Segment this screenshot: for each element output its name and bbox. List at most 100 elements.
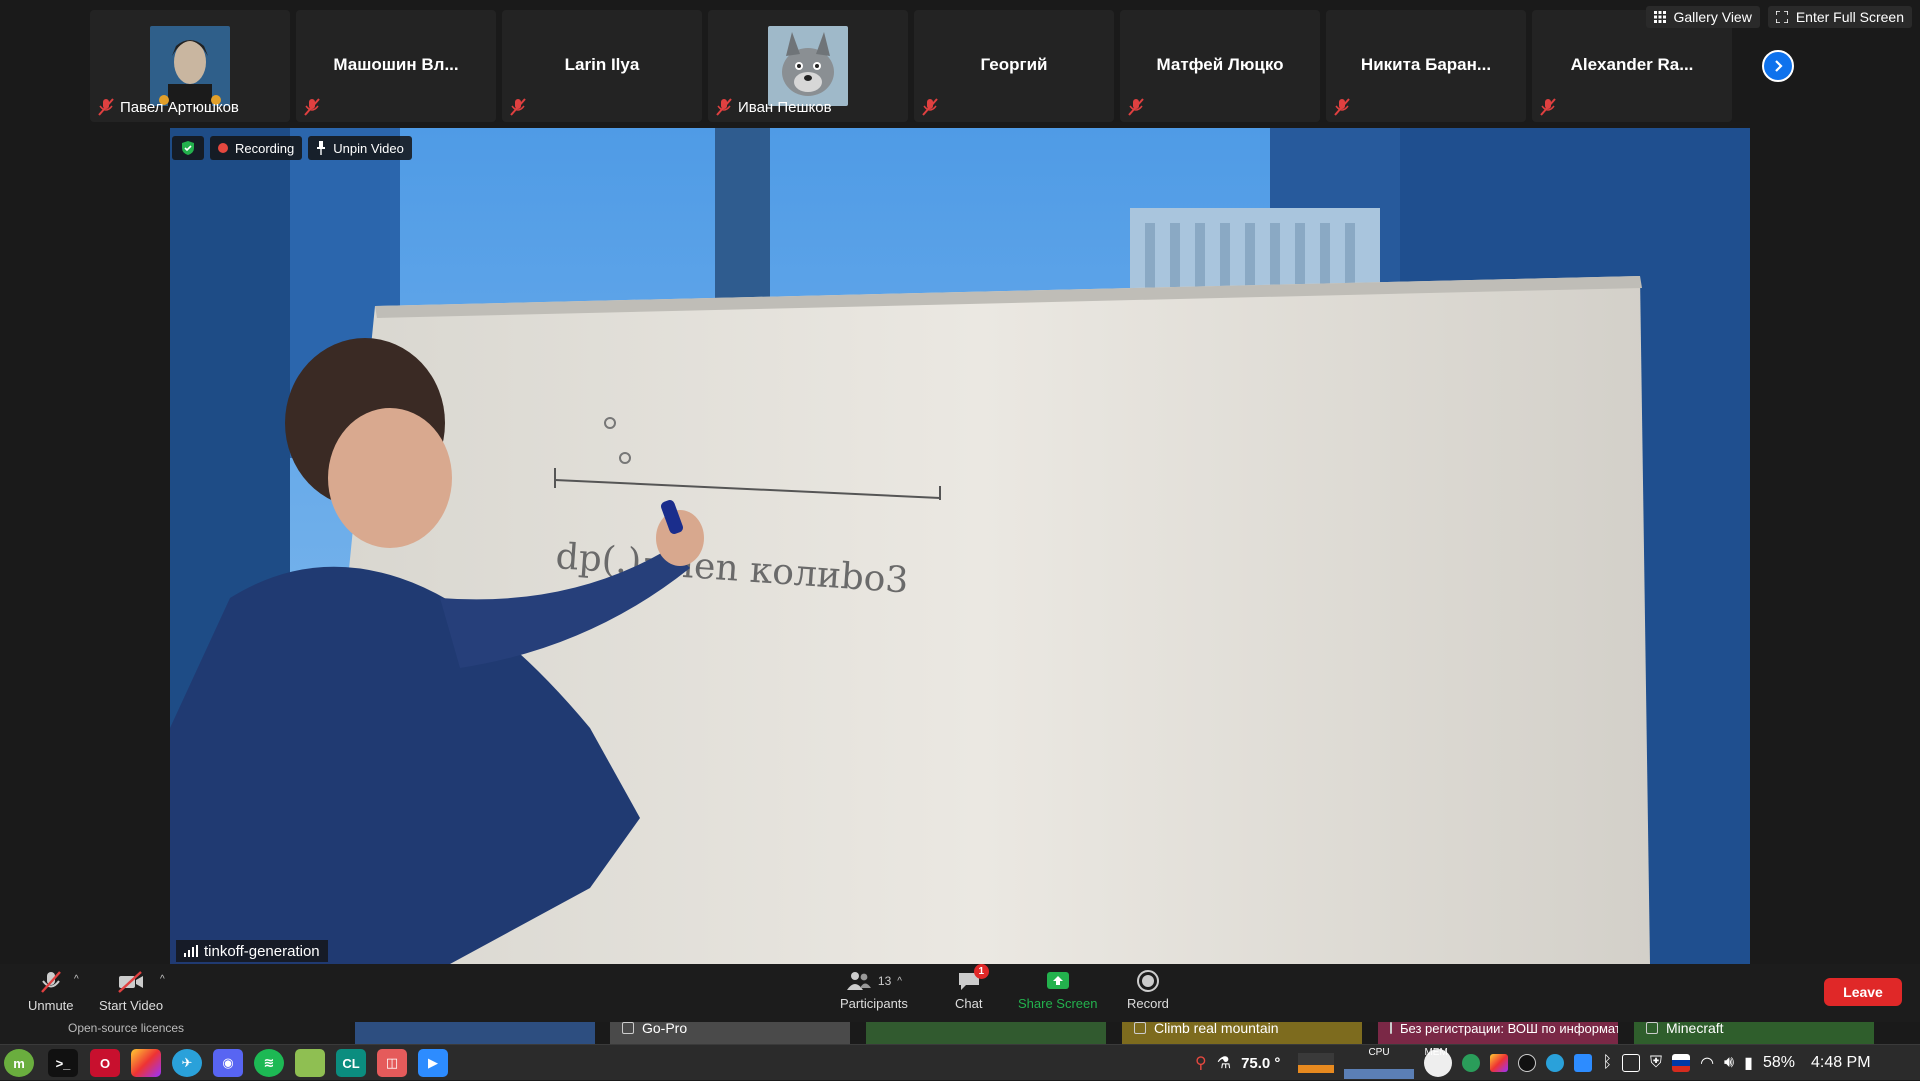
checkbox-icon	[1390, 1022, 1392, 1034]
participant-tile[interactable]: Георгий	[914, 10, 1114, 122]
files-icon[interactable]	[295, 1049, 325, 1077]
participant-tile[interactable]: Павел Артюшков	[90, 10, 290, 122]
mem-graph: MEM	[1424, 1047, 1453, 1077]
full-screen-button[interactable]: Enter Full Screen	[1767, 6, 1912, 28]
telegram-tray-icon[interactable]	[1546, 1054, 1565, 1072]
record-label: Record	[1127, 996, 1169, 1011]
participant-name: Матфей Люцко	[1156, 55, 1284, 74]
recording-indicator[interactable]: Recording	[210, 136, 303, 160]
video-frame: dp(.)= len колиbo3	[170, 128, 1750, 964]
participants-button[interactable]: 13 ^ Participants	[840, 970, 908, 1011]
grid-icon	[1653, 11, 1666, 23]
wifi-icon[interactable]: ◠	[1700, 1053, 1714, 1073]
record-icon	[1136, 970, 1159, 992]
participant-name: Иван Пешков	[738, 99, 832, 116]
full-screen-label: Enter Full Screen	[1795, 9, 1904, 25]
meeting-toolbar: Unmute ^ Start Video ^ 13 ^ Participants…	[0, 964, 1920, 1022]
checkbox-icon	[1134, 1022, 1146, 1034]
participant-avatar	[768, 26, 848, 106]
video-options-caret-icon[interactable]: ^	[160, 974, 165, 985]
chat-badge: 1	[973, 964, 989, 979]
unmute-button[interactable]: Unmute	[28, 970, 74, 1013]
muted-mic-icon	[1540, 98, 1556, 116]
muted-mic-icon	[716, 98, 732, 116]
zoom-icon[interactable]: ▶	[418, 1049, 448, 1077]
cpu-label: CPU	[1368, 1047, 1390, 1058]
leave-button[interactable]: Leave	[1824, 978, 1902, 1006]
telegram-icon[interactable]: ✈	[172, 1049, 202, 1077]
chevron-right-icon	[1775, 60, 1783, 72]
participant-tile[interactable]: Larin Ilya	[502, 10, 702, 122]
discord-icon[interactable]: ◉	[213, 1049, 243, 1077]
pin-icon	[317, 141, 326, 155]
temperature-icon: ⚗	[1216, 1055, 1232, 1072]
temperature-value: 75.0 °	[1241, 1054, 1281, 1072]
mem-label: MEM	[1424, 1047, 1448, 1058]
spotify-icon[interactable]: ≋	[254, 1049, 284, 1077]
muted-mic-icon	[510, 98, 526, 116]
share-screen-label: Share Screen	[1018, 996, 1098, 1011]
video-off-icon	[118, 971, 144, 993]
chat-button[interactable]: 1 Chat	[955, 964, 989, 1011]
shield-icon	[182, 141, 194, 155]
muted-mic-icon	[922, 98, 938, 116]
participants-caret-icon[interactable]: ^	[897, 976, 902, 987]
encryption-indicator[interactable]	[172, 136, 204, 160]
signal-bars-icon	[184, 945, 198, 957]
video-overlay-bar: Recording Unpin Video	[172, 136, 412, 160]
expand-icon	[1775, 11, 1788, 23]
unpin-video-label: Unpin Video	[333, 140, 404, 156]
share-screen-icon	[1046, 972, 1069, 989]
checkbox-icon	[622, 1022, 634, 1034]
bluetooth-icon[interactable]: ᛒ	[1602, 1054, 1612, 1072]
opera-icon[interactable]: O	[90, 1049, 120, 1077]
participants-icon	[846, 972, 871, 990]
muted-mic-icon	[1128, 98, 1144, 116]
gallery-view-button[interactable]: Gallery View	[1645, 6, 1760, 28]
muted-mic-icon	[304, 98, 320, 116]
terminal-icon[interactable]: >_	[48, 1049, 78, 1077]
clock[interactable]: 4:48 PM	[1811, 1054, 1871, 1072]
toolbox-icon[interactable]	[1490, 1054, 1509, 1072]
start-video-button[interactable]: Start Video	[99, 970, 163, 1013]
participant-name: Георгий	[980, 55, 1048, 74]
keyboard-layout-flag-icon[interactable]	[1672, 1054, 1691, 1072]
battery-percent: 58%	[1762, 1054, 1795, 1071]
location-icon: ⚲	[1195, 1055, 1207, 1072]
participant-name: Машошин Вл...	[333, 55, 459, 74]
record-button[interactable]: Record	[1127, 970, 1169, 1011]
clipboard-icon[interactable]	[1622, 1054, 1641, 1072]
volume-icon[interactable]: 🔊︎	[1724, 1054, 1734, 1072]
shield-tray-icon[interactable]: ⛨	[1650, 1054, 1662, 1072]
speaker-name: tinkoff-generation	[204, 942, 320, 960]
checkbox-icon	[1646, 1022, 1658, 1034]
vpn-icon[interactable]	[1462, 1054, 1481, 1072]
minecraft-label: Minecraft	[1666, 1020, 1724, 1036]
app-icon[interactable]: ◫	[377, 1049, 407, 1077]
main-video[interactable]: dp(.)= len колиbo3	[170, 128, 1750, 964]
battery-icon[interactable]: ▮	[1744, 1053, 1753, 1073]
muted-mic-icon	[40, 971, 61, 993]
participant-tile[interactable]: Матфей Люцко	[1120, 10, 1320, 122]
participant-tile[interactable]: Машошин Вл...	[296, 10, 496, 122]
participant-tile[interactable]: Никита Баран...	[1326, 10, 1526, 122]
participants-label: Participants	[840, 996, 908, 1011]
share-screen-button[interactable]: Share Screen	[1018, 970, 1098, 1011]
steam-icon[interactable]	[1518, 1054, 1537, 1072]
temp-graph	[1298, 1053, 1335, 1073]
view-controls: Gallery View Enter Full Screen	[1645, 6, 1912, 28]
climb-label: Climb real mountain	[1154, 1020, 1279, 1036]
cpu-bar	[1344, 1069, 1415, 1079]
participant-name: Larin Ilya	[564, 55, 640, 74]
muted-mic-icon	[98, 98, 114, 116]
unpin-video-button[interactable]: Unpin Video	[308, 136, 412, 160]
zoom-tray-icon[interactable]	[1574, 1054, 1593, 1072]
participants-count: 13	[877, 974, 892, 988]
participant-tile[interactable]: Иван Пешков	[708, 10, 908, 122]
clion-icon[interactable]: CL	[336, 1049, 366, 1077]
audio-options-caret-icon[interactable]: ^	[74, 974, 79, 985]
next-page-button[interactable]	[1762, 50, 1794, 82]
mint-menu-icon[interactable]: m	[4, 1049, 34, 1077]
start-video-label: Start Video	[99, 998, 164, 1013]
jetbrains-icon[interactable]	[131, 1049, 161, 1077]
